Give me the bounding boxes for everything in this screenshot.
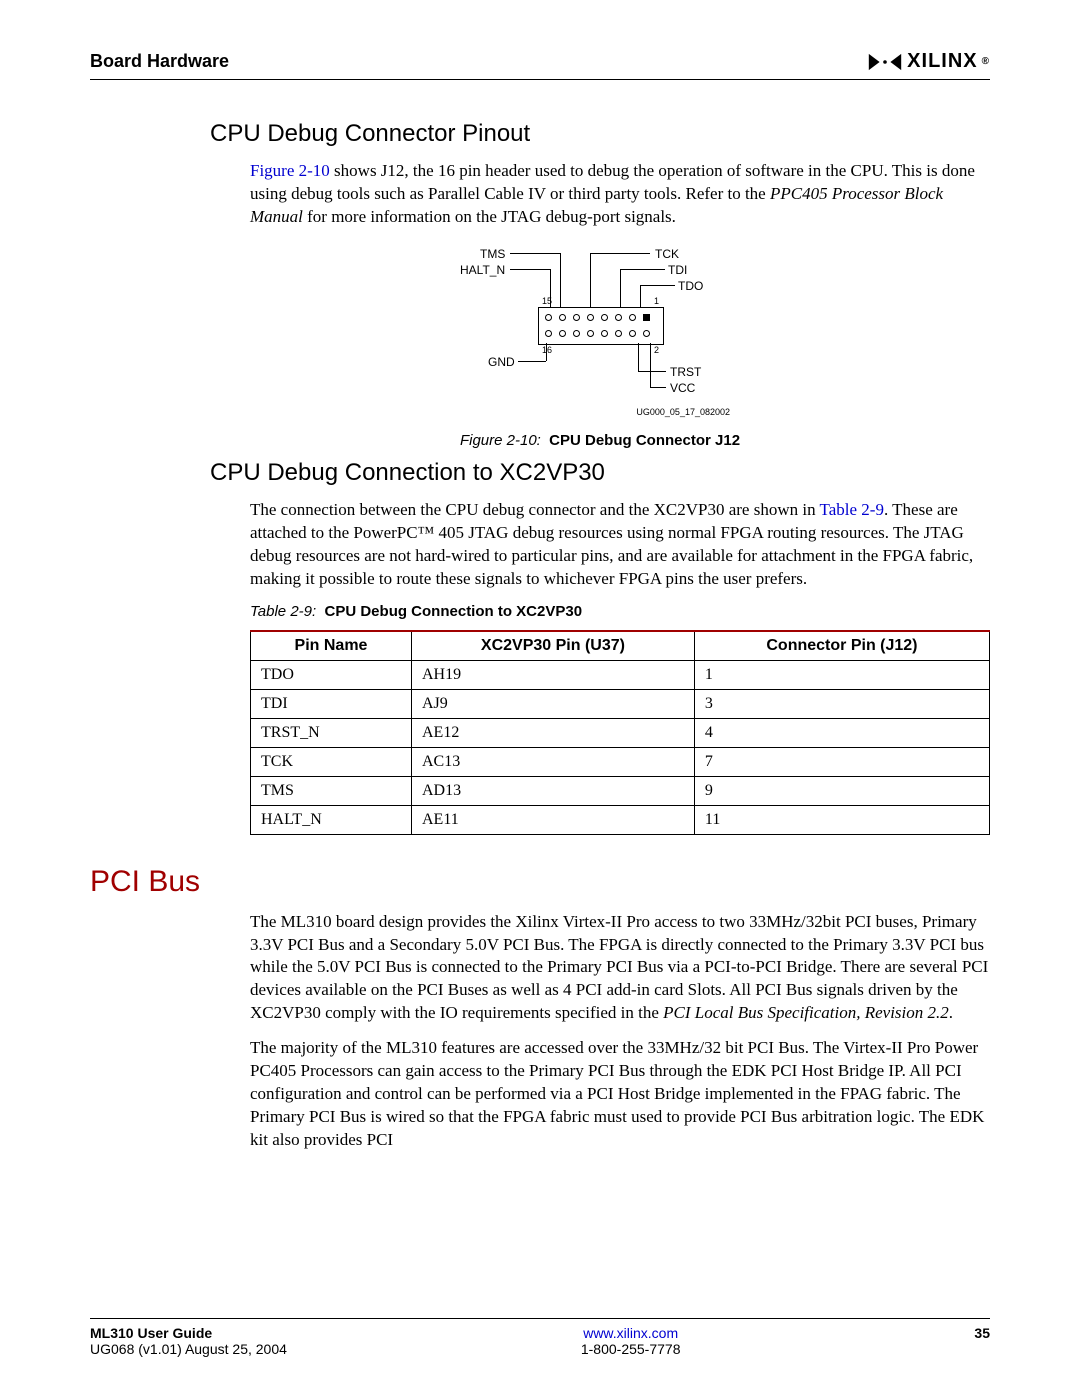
table-cell: AE12 <box>411 718 694 747</box>
footer-phone: 1-800-255-7778 <box>581 1341 681 1357</box>
table-row: HALT_NAE1111 <box>251 805 990 834</box>
col-xc2vp30-pin: XC2VP30 Pin (U37) <box>411 631 694 661</box>
table-cell: HALT_N <box>251 805 412 834</box>
connector-box <box>538 307 664 345</box>
table-cell: AJ9 <box>411 689 694 718</box>
table-cell: 7 <box>694 747 989 776</box>
paragraph: The majority of the ML310 features are a… <box>250 1037 990 1152</box>
xilinx-logo: XILINX® <box>867 50 990 73</box>
page-header: Board Hardware XILINX® <box>90 50 990 80</box>
paragraph: Figure 2-10 shows J12, the 16 pin header… <box>250 160 990 229</box>
table-cell: 3 <box>694 689 989 718</box>
figure-link[interactable]: Figure 2-10 <box>250 161 330 180</box>
signal-tms: TMS <box>480 247 505 261</box>
col-connector-pin: Connector Pin (J12) <box>694 631 989 661</box>
pin-15-label: 15 <box>542 296 552 306</box>
table-cell: TRST_N <box>251 718 412 747</box>
table-row: TMSAD139 <box>251 776 990 805</box>
cpu-debug-table: Pin Name XC2VP30 Pin (U37) Connector Pin… <box>250 630 990 835</box>
heading-cpu-debug-connection: CPU Debug Connection to XC2VP30 <box>210 459 990 487</box>
signal-trst: TRST <box>670 365 701 379</box>
signal-haltn: HALT_N <box>460 263 505 277</box>
table-link[interactable]: Table 2-9 <box>820 500 884 519</box>
xilinx-logo-icon <box>867 51 903 73</box>
table-cell: TCK <box>251 747 412 776</box>
table-row: TCKAC137 <box>251 747 990 776</box>
table-row: TDIAJ93 <box>251 689 990 718</box>
heading-pci-bus: PCI Bus <box>90 865 990 899</box>
table-cell: 9 <box>694 776 989 805</box>
table-cell: 1 <box>694 660 989 689</box>
table-row: TRST_NAE124 <box>251 718 990 747</box>
paragraph: The connection between the CPU debug con… <box>250 499 990 591</box>
table-cell: TMS <box>251 776 412 805</box>
page-footer: ML310 User Guide UG068 (v1.01) August 25… <box>90 1318 990 1357</box>
col-pin-name: Pin Name <box>251 631 412 661</box>
figure-cpu-debug-connector: TMS HALT_N TCK TDI TDO 15 1 <box>210 247 990 449</box>
footer-title: ML310 User Guide <box>90 1325 287 1341</box>
pin-16-label: 16 <box>542 345 552 355</box>
signal-tdi: TDI <box>668 263 687 277</box>
table-cell: TDI <box>251 689 412 718</box>
heading-cpu-debug-pinout: CPU Debug Connector Pinout <box>210 120 990 148</box>
table-cell: AH19 <box>411 660 694 689</box>
figure-caption: Figure 2-10: CPU Debug Connector J12 <box>210 432 990 449</box>
table-cell: 11 <box>694 805 989 834</box>
signal-tdo: TDO <box>678 279 703 293</box>
signal-gnd: GND <box>488 355 515 369</box>
table-cell: AD13 <box>411 776 694 805</box>
table-cell: AE11 <box>411 805 694 834</box>
paragraph: The ML310 board design provides the Xili… <box>250 911 990 1026</box>
pin-2-label: 2 <box>654 345 659 355</box>
signal-vcc: VCC <box>670 381 695 395</box>
table-cell: AC13 <box>411 747 694 776</box>
table-cell: 4 <box>694 718 989 747</box>
table-cell: TDO <box>251 660 412 689</box>
signal-tck: TCK <box>655 247 679 261</box>
table-row: TDOAH191 <box>251 660 990 689</box>
table-caption: Table 2-9: CPU Debug Connection to XC2VP… <box>250 603 990 620</box>
diagram-id: UG000_05_17_082002 <box>636 407 730 417</box>
footer-version: UG068 (v1.01) August 25, 2004 <box>90 1341 287 1357</box>
page-number: 35 <box>974 1325 990 1341</box>
footer-url[interactable]: www.xilinx.com <box>581 1325 681 1341</box>
pin-1-label: 1 <box>654 296 659 306</box>
section-name: Board Hardware <box>90 51 229 72</box>
